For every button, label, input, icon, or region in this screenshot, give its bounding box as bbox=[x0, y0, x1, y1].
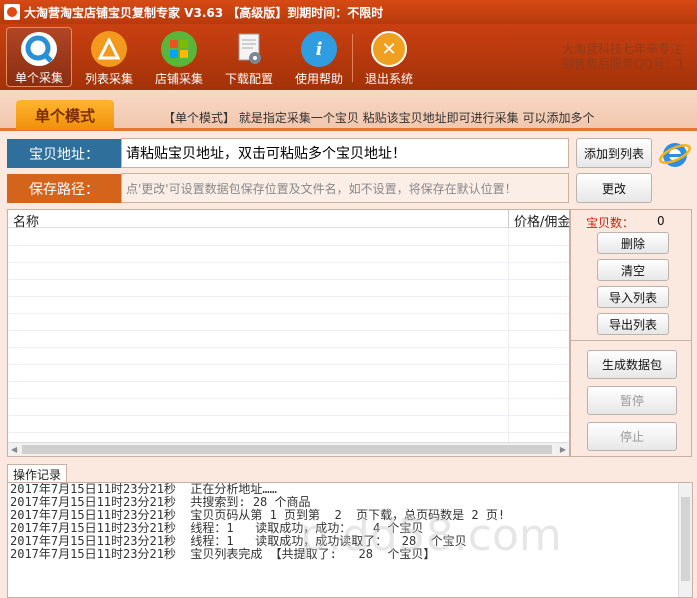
triangle-a-icon bbox=[91, 31, 127, 67]
item-count-value: 0 bbox=[657, 214, 665, 228]
list-header: 名称 价格/佣金 bbox=[8, 210, 569, 230]
exit-button[interactable]: ✕ 退出系统 bbox=[356, 27, 422, 87]
list-collect-button[interactable]: 列表采集 bbox=[76, 27, 142, 87]
item-count-label: 宝贝数： bbox=[586, 216, 635, 230]
ad-line-2: 销售售后服务QQ号：1 bbox=[562, 57, 685, 71]
magnifier-icon bbox=[21, 32, 57, 66]
ad-line-1: 大淘营科技七年来专注 bbox=[562, 42, 683, 56]
tab-single-mode[interactable]: 单个模式 bbox=[16, 100, 114, 130]
url-label: 宝贝地址： bbox=[7, 139, 121, 168]
tab-operation-log[interactable]: 操作记录 bbox=[7, 464, 67, 483]
side-divider bbox=[571, 340, 691, 341]
log-line: 2017年7月15日11时23分21秒 宝贝列表完成 【共提取了: 28 个宝贝… bbox=[10, 547, 436, 561]
horizontal-scrollbar[interactable]: ◀ ▶ bbox=[8, 442, 569, 456]
list-collect-label: 列表采集 bbox=[84, 72, 133, 86]
download-config-button[interactable]: 下载配置 bbox=[216, 27, 282, 87]
scroll-left-icon[interactable]: ◀ bbox=[11, 445, 17, 454]
single-collect-button[interactable]: 单个采集 bbox=[6, 27, 72, 87]
help-label: 使用帮助 bbox=[294, 72, 343, 86]
save-path-input[interactable]: 点'更改'可设置数据包保存位置及文件名，如不设置，将保存在默认位置！ bbox=[121, 173, 569, 203]
save-path-label: 保存路径： bbox=[7, 174, 121, 203]
clear-button[interactable]: 清空 bbox=[597, 259, 669, 281]
window-title: 大淘营淘宝店铺宝贝复制专家 V3.63 【高级版】到期时间：不限时 bbox=[24, 5, 384, 20]
download-config-label: 下载配置 bbox=[224, 72, 273, 86]
column-name[interactable]: 名称 bbox=[13, 211, 39, 230]
delete-button[interactable]: 删除 bbox=[597, 232, 669, 254]
ie-browser-icon[interactable] bbox=[658, 137, 692, 171]
exit-label: 退出系统 bbox=[364, 72, 413, 86]
list-rows bbox=[8, 229, 569, 443]
add-to-list-button[interactable]: 添加到列表 bbox=[576, 138, 652, 168]
pause-button[interactable]: 暂停 bbox=[587, 386, 677, 415]
help-button[interactable]: i 使用帮助 bbox=[286, 27, 352, 87]
change-path-button[interactable]: 更改 bbox=[576, 173, 652, 203]
scroll-right-icon[interactable]: ▶ bbox=[560, 445, 566, 454]
side-panel: 宝贝数： 0 删除 清空 导入列表 导出列表 生成数据包 暂停 停止 bbox=[570, 209, 692, 457]
document-gear-icon bbox=[231, 31, 267, 67]
shop-collect-button[interactable]: 店铺采集 bbox=[146, 27, 212, 87]
toolbar-divider bbox=[352, 34, 353, 82]
shop-collect-label: 店铺采集 bbox=[154, 72, 203, 86]
vertical-scrollbar[interactable] bbox=[678, 483, 692, 597]
column-price[interactable]: 价格/佣金 bbox=[508, 210, 569, 228]
title-bar: 大淘营淘宝店铺宝贝复制专家 V3.63 【高级版】到期时间：不限时 bbox=[0, 0, 697, 24]
scroll-thumb[interactable] bbox=[681, 497, 690, 581]
main-toolbar: 单个采集 列表采集 店铺采集 下载配置 i 使用帮助 ✕ 退出系统 大淘营科技七… bbox=[0, 24, 697, 90]
mode-bar: 单个模式 【单个模式】 就是指定采集一个宝贝 粘贴该宝贝地址即可进行采集 可以添… bbox=[0, 90, 697, 131]
windows-grid-icon bbox=[161, 31, 197, 67]
mode-description: 【单个模式】 就是指定采集一个宝贝 粘贴该宝贝地址即可进行采集 可以添加多个 bbox=[163, 111, 595, 125]
generate-package-button[interactable]: 生成数据包 bbox=[587, 350, 677, 379]
stop-button[interactable]: 停止 bbox=[587, 422, 677, 451]
export-list-button[interactable]: 导出列表 bbox=[597, 313, 669, 335]
scroll-thumb[interactable] bbox=[22, 445, 552, 454]
import-list-button[interactable]: 导入列表 bbox=[597, 286, 669, 308]
close-icon: ✕ bbox=[371, 31, 407, 67]
product-list[interactable]: 名称 价格/佣金 ◀ ▶ bbox=[7, 209, 570, 457]
info-icon: i bbox=[301, 31, 337, 67]
ad-text: 大淘营科技七年来专注 销售售后服务QQ号：1 bbox=[562, 42, 697, 72]
single-collect-label: 单个采集 bbox=[14, 71, 63, 85]
url-input[interactable]: 请粘贴宝贝地址，双击可粘贴多个宝贝地址！ bbox=[121, 138, 569, 168]
operation-log: 2017年7月15日11时23分21秒 正在分析地址…… 2017年7月15日1… bbox=[7, 482, 693, 598]
app-icon bbox=[4, 4, 20, 20]
